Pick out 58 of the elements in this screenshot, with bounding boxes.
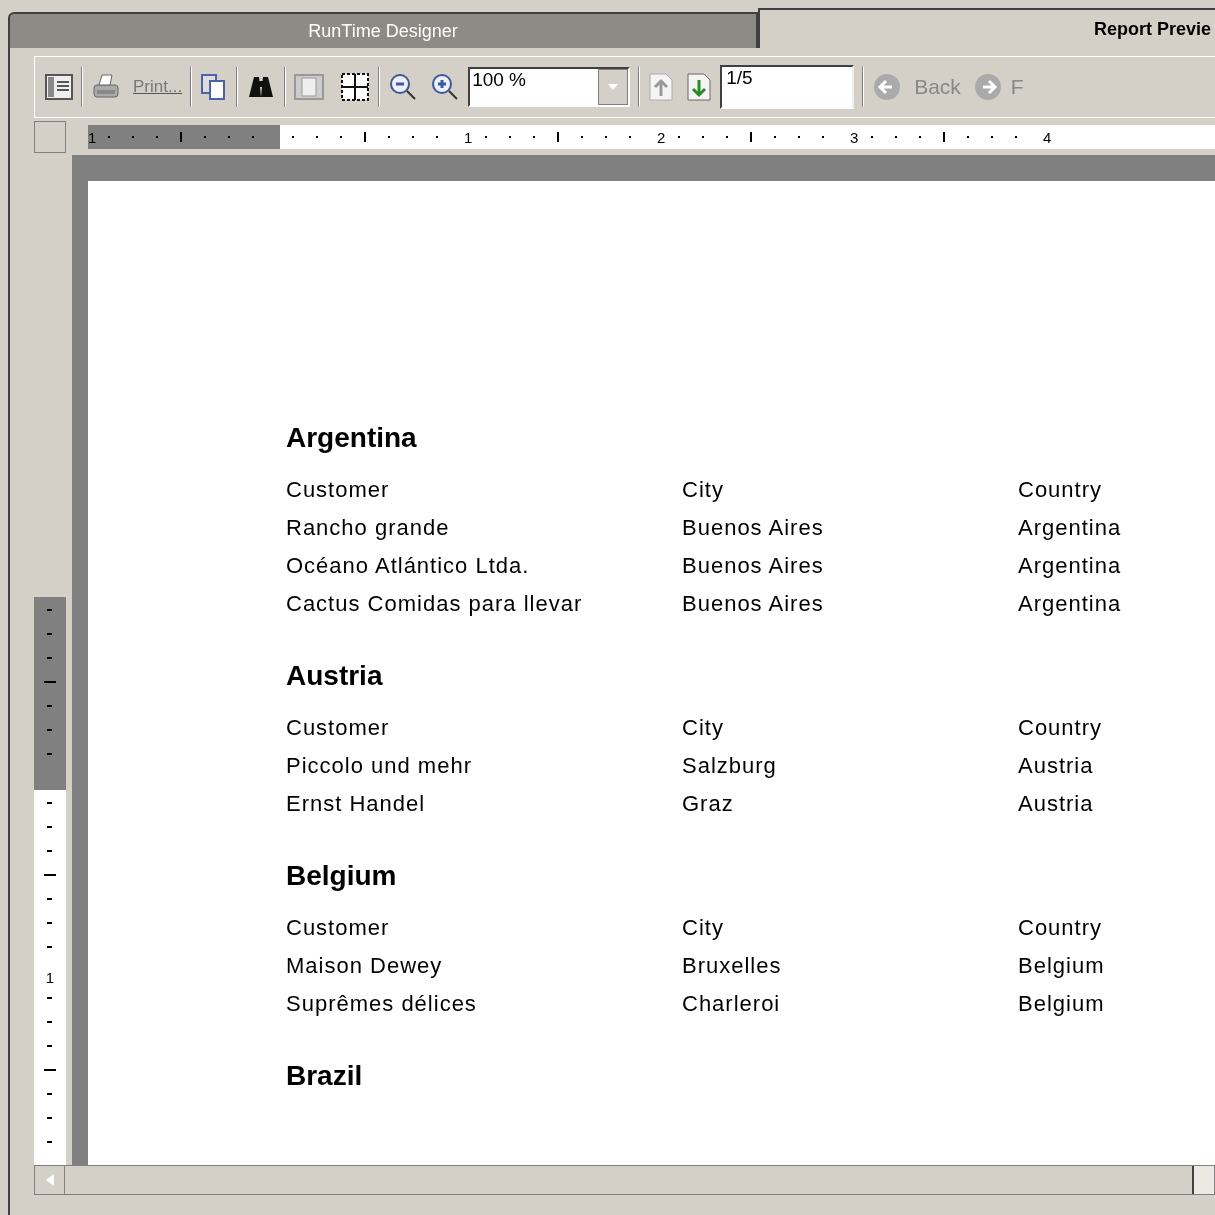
table-cell-text: Austria — [1018, 790, 1095, 818]
group-heading: Belgium — [286, 859, 398, 893]
ruler-number: 4 — [1043, 129, 1052, 145]
page-up-icon[interactable] — [648, 72, 675, 102]
table-cell-text: Buenos Aires — [682, 514, 825, 542]
back-button[interactable]: Back — [914, 71, 961, 103]
page-down-icon[interactable] — [686, 72, 713, 102]
table-cell-text: Charleroi — [682, 990, 782, 1018]
table-cell-text: Buenos Aires — [682, 590, 825, 618]
column-header: Customer — [286, 914, 391, 942]
table-cell-text: Graz — [682, 790, 735, 818]
group-heading: Argentina — [286, 421, 418, 455]
table-cell-text: Austria — [1018, 752, 1095, 780]
column-header: City — [682, 914, 725, 942]
document-map-icon[interactable] — [45, 74, 73, 100]
table-cell-text: Argentina — [1018, 590, 1123, 618]
ruler-number: 1 — [464, 129, 473, 145]
column-header: Country — [1018, 914, 1104, 942]
table-cell-text: Belgium — [1018, 952, 1106, 980]
table-cell-text: Ernst Handel — [286, 790, 427, 818]
table-cell-text: Maison Dewey — [286, 952, 444, 980]
ruler-number: 1 — [45, 970, 55, 985]
column-header: Customer — [286, 476, 391, 504]
tab[interactable]: RunTime Designer — [8, 12, 758, 48]
print-button[interactable]: Print... — [133, 74, 183, 100]
column-header: City — [682, 714, 725, 742]
table-cell-text: Rancho grande — [286, 514, 451, 542]
printer-icon[interactable] — [91, 73, 121, 101]
single-page-icon[interactable] — [294, 74, 325, 100]
ruler-number: 3 — [850, 129, 859, 145]
dropdown-arrow-icon[interactable] — [598, 69, 629, 105]
group-heading: Brazil — [286, 1059, 364, 1093]
table-cell-text: Suprêmes délices — [286, 990, 478, 1018]
column-header: Customer — [286, 714, 391, 742]
group-heading: Austria — [286, 659, 384, 693]
table-cell-text: Belgium — [1018, 990, 1106, 1018]
scroll-left-button[interactable] — [35, 1166, 65, 1194]
table-cell-text: Piccolo und mehr — [286, 752, 473, 780]
column-header: Country — [1018, 476, 1104, 504]
multiple-pages-icon[interactable] — [340, 72, 371, 102]
table-cell-text: Cactus Comidas para llevar — [286, 590, 584, 618]
table-cell-text: Argentina — [1018, 552, 1123, 580]
zoom-value: 100 % — [471, 69, 527, 91]
table-cell-text: Salzburg — [682, 752, 778, 780]
table-cell-text: Bruxelles — [682, 952, 783, 980]
column-header: City — [682, 476, 725, 504]
zoom-dropdown[interactable]: 100 % — [468, 67, 631, 107]
ruler-corner — [34, 121, 66, 153]
table-cell-text: Buenos Aires — [682, 552, 825, 580]
page-number-field[interactable]: 1/5 — [720, 65, 855, 109]
ruler-number: 2 — [657, 129, 666, 145]
table-cell-text: Océano Atlántico Ltda. — [286, 552, 531, 580]
left-arrow-icon — [45, 1174, 54, 1186]
tab[interactable]: Report Previe — [758, 8, 1215, 48]
table-cell-text: Argentina — [1018, 514, 1123, 542]
column-header: Country — [1018, 714, 1104, 742]
ruler-number: 1 — [88, 129, 97, 145]
forward-button[interactable]: F — [1010, 71, 1024, 103]
